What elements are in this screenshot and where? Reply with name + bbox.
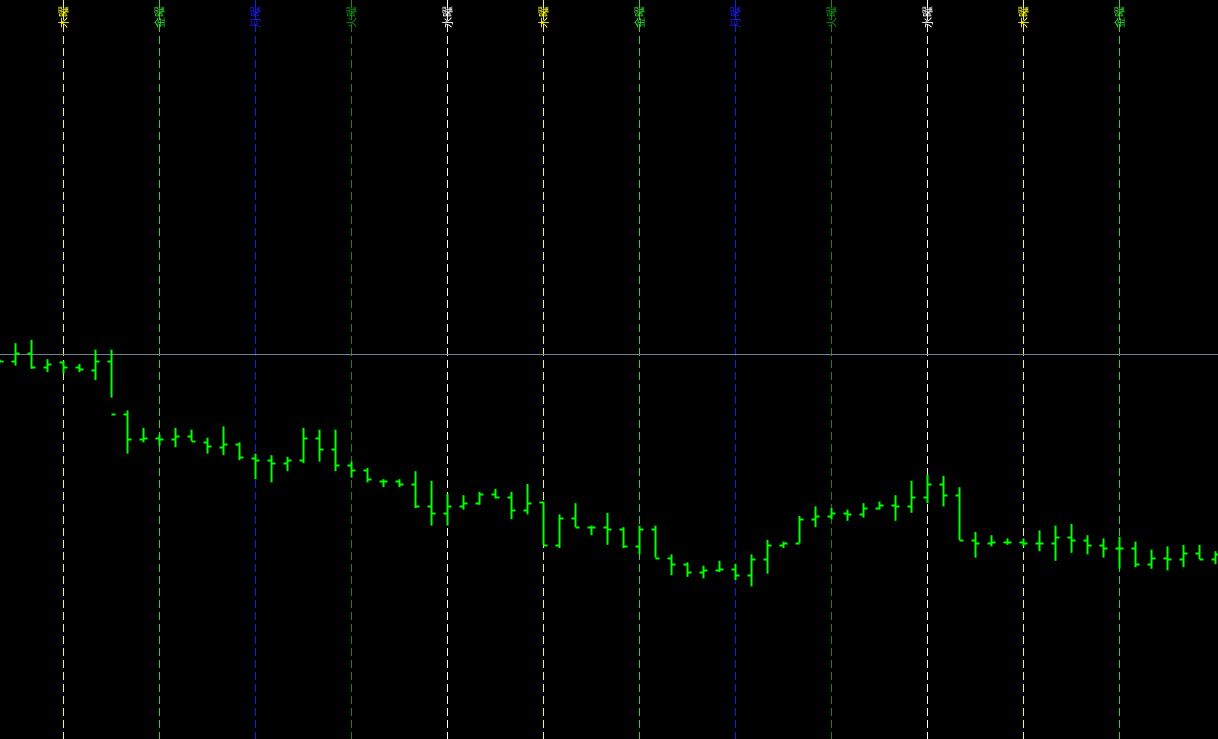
ohlc-bar: [827, 508, 836, 520]
ohlc-bar-layer: [0, 340, 1218, 587]
ohlc-bar: [795, 516, 804, 545]
ohlc-bar: [811, 506, 820, 528]
ohlc-bar: [507, 492, 516, 520]
ohlc-bar: [1115, 536, 1124, 569]
ohlc-bar: [427, 480, 436, 526]
ohlc-bar: [571, 503, 580, 529]
ohlc-bar: [651, 525, 660, 560]
ohlc-bar: [363, 468, 372, 483]
ohlc-bar: [235, 442, 244, 460]
ohlc-bar: [907, 480, 916, 513]
ohlc-bar: [75, 364, 84, 372]
ohlc-bar: [395, 479, 404, 488]
day-separator-label: 金曜: [633, 6, 647, 28]
ohlc-bar: [267, 455, 276, 483]
day-separator-label: 水曜: [922, 6, 935, 28]
ohlc-bar: [1163, 546, 1172, 571]
ohlc-bar: [1211, 551, 1218, 564]
ohlc-bar: [1131, 541, 1140, 568]
ohlc-bar: [875, 501, 884, 510]
ohlc-bar: [251, 453, 260, 480]
ohlc-bar: [1179, 544, 1188, 568]
ohlc-bar: [139, 428, 148, 443]
ohlc-bar: [955, 487, 964, 542]
ohlc-bar: [1003, 538, 1012, 545]
ohlc-bar: [299, 428, 308, 464]
ohlc-bar: [123, 410, 132, 454]
day-separator-label: 月曜: [250, 6, 263, 28]
ohlc-bar: [203, 437, 212, 454]
ohlc-bar: [683, 562, 692, 577]
ohlc-bar: [1099, 538, 1108, 558]
ohlc-bar: [171, 428, 180, 448]
ohlc-bar: [715, 560, 724, 572]
ohlc-bar: [1067, 524, 1076, 553]
ohlc-bar: [331, 429, 340, 472]
ohlc-bar: [219, 426, 228, 456]
ohlc-bar: [43, 359, 52, 372]
ohlc-bar: [635, 525, 644, 555]
ohlc-bar: [475, 492, 484, 505]
ohlc-bar: [523, 484, 532, 515]
ohlc-bar: [587, 525, 596, 536]
day-separator-label: 木曜: [1018, 6, 1031, 28]
ohlc-bar: [1147, 549, 1156, 569]
ohlc-bar: [1083, 535, 1092, 555]
ohlc-bar: [987, 535, 996, 547]
ohlc-bar: [939, 476, 948, 507]
ohlc-bar: [155, 434, 164, 446]
ohlc-bar: [59, 360, 68, 374]
ohlc-bar: [843, 509, 852, 521]
ohlc-bar: [459, 495, 468, 510]
ohlc-bar: [539, 501, 548, 547]
ohlc-bar: [0, 359, 4, 363]
ohlc-bar: [859, 503, 868, 518]
day-separator-label: 木曜: [538, 6, 551, 28]
ohlc-bar: [315, 429, 324, 462]
day-separator-label: 木曜: [58, 6, 71, 28]
ohlc-bar: [699, 565, 708, 579]
ohlc-bar: [619, 527, 628, 548]
ohlc-bar: [747, 554, 756, 587]
day-separator-label: 金曜: [1113, 6, 1127, 28]
ohlc-bar: [379, 479, 388, 488]
ohlc-bar: [1051, 525, 1060, 561]
day-separator-label: 火曜: [826, 6, 839, 28]
chart-area: 木曜 金曜 月曜 火曜 水曜 木曜 金曜 月曜 火曜 水曜 木曜 金曜: [0, 0, 1218, 739]
ohlc-bar: [603, 512, 612, 545]
ohlc-bar: [555, 514, 564, 548]
ohlc-bar: [731, 564, 740, 580]
ohlc-bar: [891, 495, 900, 521]
ohlc-bar: [411, 471, 420, 508]
price-chart: 木曜 金曜 月曜 火曜 水曜 木曜 金曜 月曜 火曜 水曜 木曜 金曜: [0, 0, 1218, 739]
ohlc-bar: [763, 540, 772, 574]
ohlc-bar: [923, 474, 932, 504]
ohlc-bar: [443, 493, 452, 526]
ohlc-bar: [971, 532, 980, 558]
ohlc-bar: [1019, 538, 1028, 547]
ohlc-bar: [283, 456, 292, 472]
ohlc-bar: [347, 461, 356, 478]
ohlc-bar: [491, 488, 500, 499]
day-separator-label: 水曜: [442, 6, 455, 28]
ohlc-bar: [107, 349, 116, 416]
day-separator-label: 火曜: [346, 6, 359, 28]
day-separator-label: 月曜: [730, 6, 743, 28]
day-separator-layer: 木曜 金曜 月曜 火曜 水曜 木曜 金曜 月曜 火曜 水曜 木曜 金曜: [58, 0, 1127, 739]
ohlc-bar: [667, 554, 676, 576]
day-separator-label: 金曜: [153, 6, 167, 28]
ohlc-bar: [779, 541, 788, 548]
ohlc-bar: [187, 429, 196, 443]
ohlc-bar: [1195, 544, 1204, 561]
ohlc-bar: [1035, 530, 1044, 552]
